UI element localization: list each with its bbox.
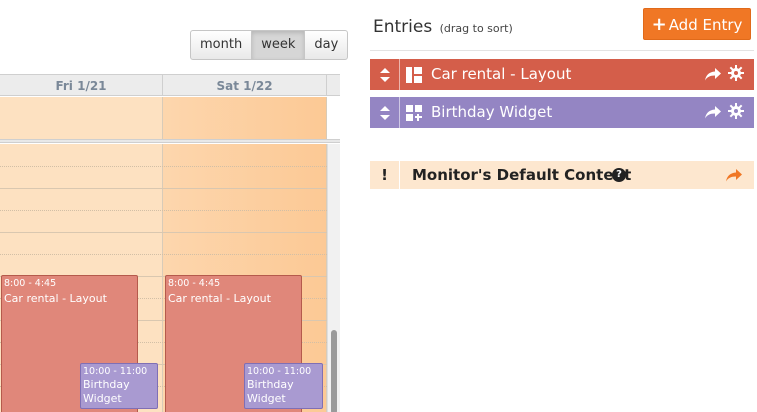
all-day-row (0, 97, 340, 140)
slot-line (0, 210, 327, 211)
sort-icon (379, 67, 390, 82)
event-title: Birthday Widget (247, 378, 294, 405)
default-content-row[interactable]: ! Monitor's Default Content ? (370, 161, 754, 189)
event-title: Car rental - Layout (4, 292, 107, 305)
event-title: Car rental - Layout (168, 292, 271, 305)
share-icon[interactable] (724, 166, 744, 184)
day-header-sat[interactable]: Sat 1/22 (163, 75, 327, 96)
event-birthday-fri[interactable]: 10:00 - 11:00 Birthday Widget (80, 363, 158, 409)
entries-title-text: Entries (373, 17, 433, 37)
calendar-scrollbar[interactable] (327, 144, 340, 412)
event-time: 8:00 - 4:45 (4, 278, 57, 289)
help-icon[interactable]: ? (612, 168, 626, 182)
scrollbar-thumb[interactable] (331, 330, 337, 412)
view-day-button[interactable]: day (304, 30, 349, 60)
event-title: Birthday Widget (83, 378, 130, 405)
gear-icon[interactable] (728, 65, 744, 81)
plus-icon: + (651, 14, 667, 35)
view-switcher: month week day (190, 30, 349, 60)
all-day-cell-sat[interactable] (163, 97, 327, 139)
day-header-fri[interactable]: Fri 1/21 (0, 75, 163, 96)
sort-handle[interactable] (370, 59, 400, 90)
layout-icon (406, 67, 422, 83)
widget-icon (406, 105, 422, 121)
week-calendar: Fri 1/21 Sat 1/22 8:00 - 4:45 Car rental… (0, 74, 340, 412)
sort-icon (379, 105, 390, 120)
entry-birthday-widget[interactable]: Birthday Widget (370, 97, 754, 128)
all-day-divider (0, 140, 340, 143)
event-birthday-sat[interactable]: 10:00 - 11:00 Birthday Widget (244, 363, 323, 409)
event-time: 8:00 - 4:45 (168, 278, 221, 289)
add-entry-button[interactable]: + Add Entry (643, 8, 751, 40)
warning-icon: ! (370, 161, 400, 189)
entries-title: Entries (drag to sort) (373, 17, 513, 37)
entries-hint: (drag to sort) (439, 22, 513, 35)
calendar-header: Fri 1/21 Sat 1/22 (0, 74, 340, 96)
add-entry-label: Add Entry (668, 16, 743, 34)
default-content-label: Monitor's Default Content (412, 166, 632, 184)
view-month-button[interactable]: month (190, 30, 253, 60)
gear-icon[interactable] (728, 103, 744, 119)
share-icon[interactable] (704, 103, 722, 121)
entry-car-rental[interactable]: Car rental - Layout (370, 59, 754, 90)
event-time: 10:00 - 11:00 (247, 366, 312, 377)
hour-line (0, 232, 327, 233)
entry-actions (704, 103, 744, 121)
view-week-button[interactable]: week (251, 30, 306, 60)
entries-divider (370, 50, 754, 51)
share-icon[interactable] (704, 65, 722, 83)
event-time: 10:00 - 11:00 (83, 366, 148, 377)
all-day-cell-fri[interactable] (0, 97, 163, 139)
slot-line (0, 254, 327, 255)
slot-line (0, 166, 327, 167)
hour-line (0, 188, 327, 189)
sort-handle[interactable] (370, 97, 400, 128)
entry-actions (704, 65, 744, 83)
entry-label: Car rental - Layout (431, 65, 572, 83)
entry-label: Birthday Widget (431, 103, 553, 121)
time-grid: 8:00 - 4:45 Car rental - Layout 8:00 - 4… (0, 144, 340, 412)
